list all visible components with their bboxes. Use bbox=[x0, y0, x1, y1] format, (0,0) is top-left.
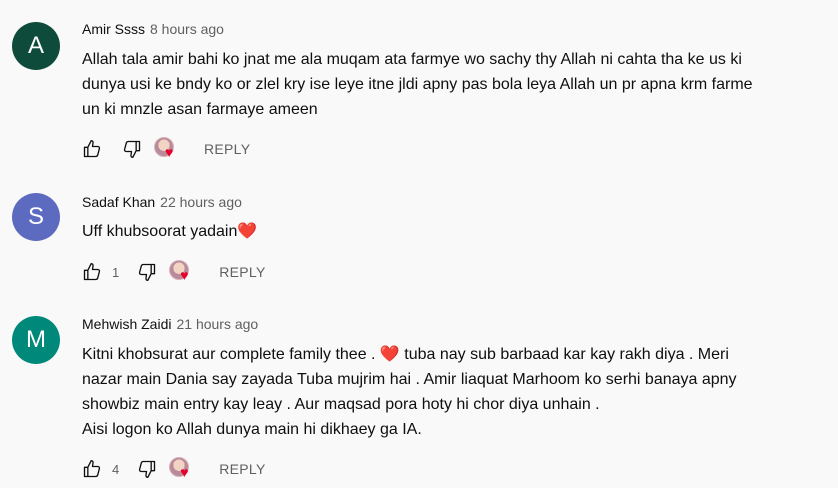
timestamp[interactable]: 8 hours ago bbox=[150, 21, 224, 37]
comment-line: Allah tala amir bahi ko jnat me ala muqa… bbox=[82, 51, 742, 68]
comment-text: Uff khubsoorat yadain❤️ bbox=[82, 219, 822, 244]
reply-button[interactable]: REPLY bbox=[204, 141, 250, 157]
creator-heart-icon: ♥ bbox=[169, 260, 193, 284]
reply-button[interactable]: REPLY bbox=[219, 264, 265, 280]
reply-button[interactable]: REPLY bbox=[219, 461, 265, 477]
author-name[interactable]: Mehwish Zaidi bbox=[82, 316, 171, 332]
avatar[interactable]: A bbox=[12, 22, 60, 70]
timestamp[interactable]: 22 hours ago bbox=[160, 194, 242, 210]
timestamp[interactable]: 21 hours ago bbox=[176, 316, 258, 332]
comment-line: dunya usi ke bndy ko or zlel kry ise ley… bbox=[82, 76, 753, 93]
comment-text: Kitni khobsurat aur complete family thee… bbox=[82, 342, 822, 442]
author-name[interactable]: Sadaf Khan bbox=[82, 194, 155, 210]
comment-actions: ♥ REPLY bbox=[80, 137, 250, 161]
comment-line: Kitni khobsurat aur complete family thee… bbox=[82, 346, 729, 363]
comment-header: Mehwish Zaidi 21 hours ago bbox=[82, 316, 258, 332]
comment-actions: 1 ♥ REPLY bbox=[80, 260, 266, 284]
like-count: 4 bbox=[112, 461, 120, 477]
heart-icon: ♥ bbox=[180, 267, 189, 283]
heart-icon: ♥ bbox=[180, 464, 189, 480]
comment-text: Allah tala amir bahi ko jnat me ala muqa… bbox=[82, 47, 822, 122]
thumb-down-icon[interactable] bbox=[135, 260, 159, 284]
comment-header: Amir Ssss 8 hours ago bbox=[82, 21, 224, 37]
comment-line: showbiz main entry kay leay . Aur maqsad… bbox=[82, 396, 600, 413]
creator-heart-icon: ♥ bbox=[154, 137, 178, 161]
creator-heart-icon: ♥ bbox=[169, 457, 193, 481]
heart-icon: ♥ bbox=[165, 144, 174, 160]
comment-line: nazar main Dania say zayada Tuba mujrim … bbox=[82, 371, 737, 388]
like-count: 1 bbox=[112, 264, 120, 280]
avatar[interactable]: M bbox=[12, 316, 60, 364]
thumb-down-icon[interactable] bbox=[135, 457, 159, 481]
comment-header: Sadaf Khan 22 hours ago bbox=[82, 194, 242, 210]
comment-actions: 4 ♥ REPLY bbox=[80, 457, 266, 481]
avatar[interactable]: S bbox=[12, 193, 60, 241]
thumb-up-icon[interactable] bbox=[80, 260, 104, 284]
comment-line: Aisi logon ko Allah dunya main hi dikhae… bbox=[82, 421, 422, 438]
comment-line: un ki mnzle asan farmaye ameen bbox=[82, 101, 318, 118]
comment-line: Uff khubsoorat yadain❤️ bbox=[82, 223, 258, 240]
thumb-up-icon[interactable] bbox=[80, 137, 104, 161]
thumb-down-icon[interactable] bbox=[120, 137, 144, 161]
author-name[interactable]: Amir Ssss bbox=[82, 21, 145, 37]
thumb-up-icon[interactable] bbox=[80, 457, 104, 481]
